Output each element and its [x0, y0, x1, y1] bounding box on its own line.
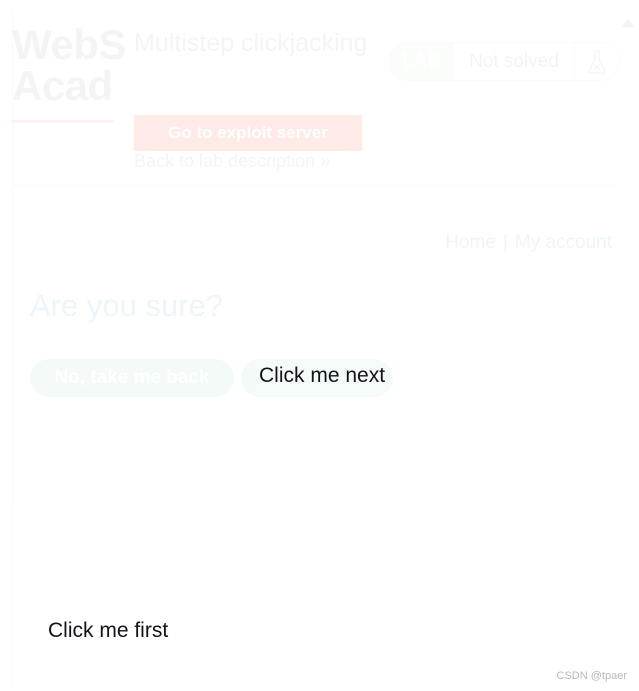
back-to-lab-description-link[interactable]: Back to lab description» [134, 151, 331, 173]
confirmation-heading: Are you sure? [30, 288, 223, 323]
lab-navigation: Home | My account [445, 232, 612, 254]
flask-icon [575, 43, 619, 80]
decoy-click-me-first[interactable]: Click me first [48, 619, 168, 643]
scrollbar-up-arrow-icon[interactable] [621, 16, 635, 28]
watermark: CSDN @tpaer [556, 670, 627, 682]
lab-status-tag: LAB [389, 43, 455, 80]
logo-underline [12, 120, 114, 123]
back-to-lab-label: Back to lab description [134, 151, 316, 171]
nav-link-my-account[interactable]: My account [515, 232, 612, 253]
lab-status-widget[interactable]: LAB Not solved [388, 42, 620, 81]
lab-title: Multistep clickjacking [134, 29, 368, 57]
header-divider [12, 184, 614, 187]
clickjacked-target-page: WebS Acad Multistep clickjacking Go to e… [0, 0, 639, 691]
logo-line-2: Acad [12, 62, 113, 109]
double-chevron-right-icon: » [320, 151, 331, 172]
no-take-me-back-button[interactable]: No, take me back [30, 359, 234, 397]
logo-line-1: WebS [12, 21, 126, 68]
nav-link-home[interactable]: Home [445, 232, 496, 253]
nav-separator: | [502, 232, 508, 253]
decoy-click-me-next[interactable]: Click me next [259, 364, 385, 388]
lab-status-state: Not solved [454, 43, 575, 80]
go-to-exploit-server-button[interactable]: Go to exploit server [134, 115, 362, 151]
page-frame [12, 10, 626, 686]
